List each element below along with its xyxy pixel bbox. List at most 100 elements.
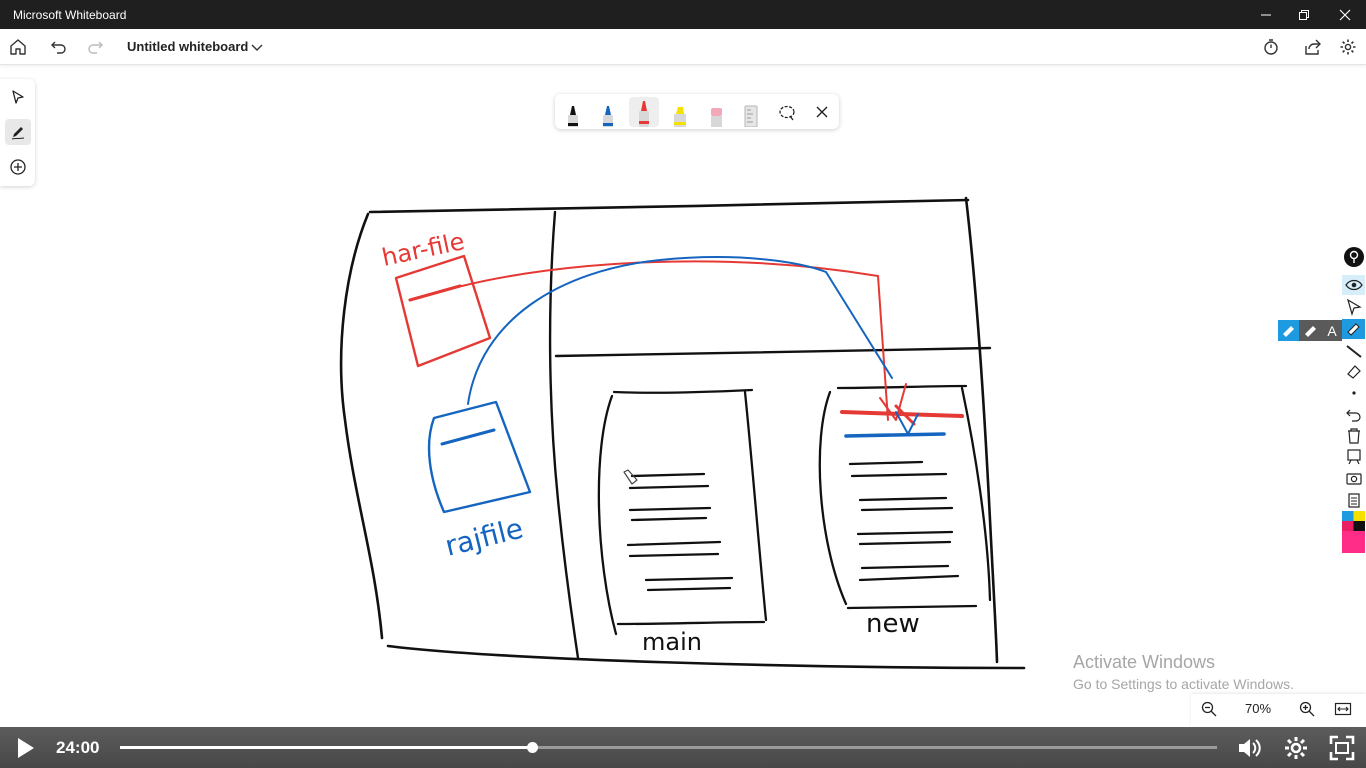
label-rajfile: rajfile <box>442 512 527 563</box>
volume-icon <box>1239 739 1261 757</box>
fullscreen-icon <box>1329 735 1355 761</box>
play-button[interactable] <box>14 736 36 760</box>
dot-button[interactable] <box>1342 383 1365 403</box>
seek-progress <box>120 746 533 749</box>
eye-button[interactable] <box>1342 275 1365 295</box>
plus-circle-icon <box>10 159 26 175</box>
black-pen[interactable] <box>558 97 588 127</box>
select-tool[interactable] <box>5 84 31 110</box>
share-button[interactable] <box>1301 35 1325 59</box>
share-icon <box>1305 39 1321 55</box>
video-settings-button[interactable] <box>1283 735 1309 761</box>
activate-subtitle: Go to Settings to activate Windows. <box>1073 676 1294 692</box>
cursor-icon <box>1346 298 1362 316</box>
volume-button[interactable] <box>1236 735 1262 761</box>
close-icon <box>1339 9 1351 20</box>
activate-windows-watermark: Activate Windows Go to Settings to activ… <box>1073 652 1294 692</box>
right-annotation-dock <box>1341 245 1366 555</box>
yellow-highlighter[interactable] <box>665 97 695 127</box>
pin-icon <box>1343 247 1364 267</box>
pen-icon <box>568 106 578 127</box>
pin-button[interactable] <box>1342 247 1365 267</box>
annotation-float-bar: A <box>1278 320 1342 341</box>
trash-icon <box>1347 428 1360 444</box>
redo-button[interactable] <box>83 35 107 59</box>
add-tool[interactable] <box>5 154 31 180</box>
zoom-in-button[interactable] <box>1298 700 1316 723</box>
close-pen-tray-button[interactable] <box>807 97 837 127</box>
eye-icon <box>1344 279 1363 291</box>
blue-pen[interactable] <box>593 97 623 127</box>
highlighter-icon <box>1346 323 1360 336</box>
trash-button[interactable] <box>1342 426 1365 446</box>
video-time: 24:00 <box>56 738 100 757</box>
fullscreen-button[interactable] <box>1329 735 1355 761</box>
undo-button[interactable] <box>47 35 71 59</box>
highlighter-button[interactable] <box>1342 319 1365 339</box>
board-button[interactable] <box>1342 447 1365 467</box>
chevron-down-icon <box>251 44 263 51</box>
ruler-icon <box>744 105 758 128</box>
pen-icon <box>639 101 649 127</box>
close-icon <box>816 106 828 118</box>
clipboard-icon <box>1347 493 1360 508</box>
pen-icon <box>603 106 613 127</box>
home-icon <box>10 39 26 55</box>
label-har-file: har-file <box>379 227 466 272</box>
app-title: Microsoft Whiteboard <box>13 7 127 22</box>
fit-width-button[interactable] <box>1334 700 1352 723</box>
main-document <box>597 388 768 636</box>
ruler[interactable] <box>736 97 766 128</box>
zoom-bar: 70% <box>1191 694 1366 726</box>
board-menu-button[interactable] <box>245 35 269 59</box>
label-new: new <box>866 609 920 639</box>
whiteboard-canvas[interactable]: har-file rajfile main new <box>0 66 1366 726</box>
eraser-float-button[interactable] <box>1300 320 1321 341</box>
har-file-box <box>394 254 492 368</box>
fit-width-icon <box>1334 702 1352 716</box>
highlighter-float-button[interactable] <box>1278 320 1299 341</box>
eraser-icon <box>711 108 722 127</box>
camera-icon <box>1345 473 1362 485</box>
pen-icon <box>11 127 25 140</box>
clipboard-button[interactable] <box>1342 490 1365 510</box>
settings-icon <box>1285 737 1307 759</box>
eraser-button[interactable] <box>1342 361 1365 381</box>
pen-tool[interactable] <box>5 119 31 145</box>
minimize-button[interactable] <box>1246 0 1286 29</box>
line-icon <box>1345 345 1362 358</box>
redo-icon <box>88 41 103 54</box>
camera-button[interactable] <box>1342 468 1365 488</box>
text-float-button[interactable]: A <box>1322 320 1342 341</box>
app-toolbar: Untitled whiteboard <box>0 29 1366 65</box>
restore-button[interactable] <box>1284 0 1324 29</box>
dot-icon <box>1351 391 1356 395</box>
line-button[interactable] <box>1342 341 1365 361</box>
close-button[interactable] <box>1325 0 1365 29</box>
blue-arrow <box>467 256 946 438</box>
arrow-pointer-icon <box>12 90 24 104</box>
gear-icon <box>1340 39 1356 55</box>
red-pen[interactable] <box>629 97 659 127</box>
red-arrow <box>461 260 964 426</box>
cursor-button[interactable] <box>1342 297 1365 317</box>
lasso-icon <box>779 105 795 121</box>
eraser[interactable] <box>701 97 731 127</box>
new-document <box>818 384 992 610</box>
eraser-icon <box>1305 326 1316 337</box>
zoom-out-button[interactable] <box>1200 700 1218 723</box>
play-icon <box>18 738 34 758</box>
timer-button[interactable] <box>1259 35 1283 59</box>
dock-undo-button[interactable] <box>1342 405 1365 425</box>
board-icon <box>1346 449 1361 465</box>
cursor-marker <box>623 469 638 485</box>
board-title[interactable]: Untitled whiteboard <box>127 39 248 54</box>
color-swatches[interactable] <box>1342 511 1365 553</box>
lasso-select[interactable] <box>772 97 802 127</box>
rajfile-box <box>427 400 532 514</box>
undo-icon <box>51 41 66 54</box>
settings-button[interactable] <box>1336 35 1360 59</box>
activate-title: Activate Windows <box>1073 652 1216 672</box>
seek-bar[interactable] <box>120 742 1217 753</box>
home-button[interactable] <box>6 35 30 59</box>
